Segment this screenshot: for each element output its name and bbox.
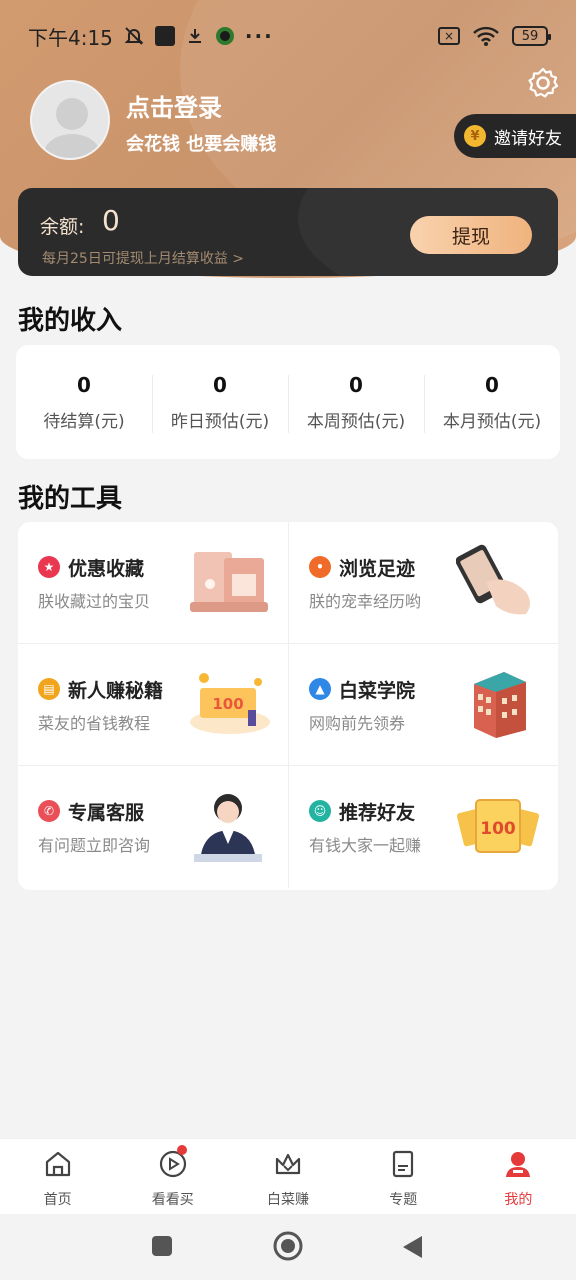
user-icon: ☺: [309, 800, 331, 822]
nav-item-earn[interactable]: 白菜赚: [230, 1139, 345, 1214]
building-illustration: [474, 672, 526, 738]
wifi-icon: [473, 26, 499, 46]
tool-title: 优惠收藏: [68, 558, 145, 580]
tool-title: 浏览足迹: [339, 558, 416, 580]
nav-item-home[interactable]: 首页: [0, 1139, 115, 1214]
income-card: 0 待结算(元) 0 昨日预估(元) 0 本周预估(元) 0 本月预估(元): [16, 345, 560, 459]
nav-label: 看看买: [151, 1192, 194, 1208]
income-label: 本周预估(元): [306, 411, 406, 432]
income-label: 昨日预估(元): [170, 411, 270, 432]
settings-gear-icon[interactable]: [526, 66, 560, 100]
phone-in-hand-illustration: [456, 544, 530, 615]
tool-newbie-guide[interactable]: ▤ 新人赚秘籍 菜友的省钱教程 100: [18, 644, 288, 766]
income-item-pending[interactable]: 0 待结算(元): [16, 373, 152, 432]
tool-subtitle: 有钱大家一起赚: [309, 836, 422, 855]
back-triangle-icon[interactable]: [400, 1234, 424, 1260]
income-value: 0: [77, 372, 91, 397]
coupon-illustration: 100: [190, 673, 270, 734]
status-bar: 下午4:15 ··· × 59: [0, 0, 576, 72]
income-label: 待结算(元): [43, 411, 125, 432]
recent-apps-icon[interactable]: [150, 1234, 174, 1258]
invite-friends-label: 邀请好友: [494, 128, 562, 149]
income-item-week[interactable]: 0 本周预估(元): [288, 372, 424, 433]
profile-icon: [506, 1152, 531, 1177]
nav-item-topics[interactable]: 专题: [346, 1139, 461, 1214]
tool-title: 新人赚秘籍: [68, 680, 164, 702]
voucher-amount: 100: [480, 819, 516, 839]
tools-section-title: 我的工具: [18, 484, 123, 514]
mute-bell-icon: [124, 27, 144, 45]
login-subtitle: 会花钱 也要会赚钱: [126, 134, 277, 155]
invite-friends-button[interactable]: ¥ 邀请好友: [454, 114, 576, 158]
income-item-yesterday[interactable]: 0 昨日预估(元): [152, 372, 288, 433]
phone-icon: ✆: [38, 800, 60, 822]
income-value: 0: [349, 372, 363, 397]
balance-note-link[interactable]: 每月25日可提现上月结算收益 >: [42, 248, 244, 268]
nav-label: 专题: [389, 1192, 418, 1208]
income-section-title: 我的收入: [18, 306, 123, 336]
more-status-icon: ···: [244, 24, 274, 48]
home-icon: [45, 1151, 70, 1177]
document-icon: [393, 1150, 414, 1178]
tool-subtitle: 菜友的省钱教程: [38, 714, 151, 733]
footprint-icon: •: [309, 556, 331, 578]
tool-customer-service[interactable]: ✆ 专属客服 有问题立即咨询: [18, 766, 288, 888]
bottom-navigation: 首页 看看买 白菜赚 专题 我的: [0, 1138, 576, 1214]
app-notification-icon: [154, 26, 175, 46]
balance-label: 余额:: [40, 216, 85, 238]
nav-item-mine[interactable]: 我的: [461, 1139, 576, 1214]
nav-label: 我的: [504, 1192, 533, 1208]
tool-title: 白菜学院: [339, 680, 416, 702]
crown-icon: [275, 1153, 301, 1175]
avatar[interactable]: [30, 80, 110, 160]
avatar-head: [56, 98, 88, 130]
gift-box-illustration: [190, 552, 268, 612]
income-value: 0: [485, 372, 499, 397]
shield-app-icon: [215, 27, 234, 45]
coin-icon: ¥: [464, 125, 486, 147]
nav-label: 白菜赚: [267, 1192, 309, 1208]
tool-title: 推荐好友: [339, 802, 416, 824]
avatar-body: [44, 134, 100, 158]
coupon-amount: 100: [212, 695, 243, 713]
tool-subtitle: 朕收藏过的宝贝: [38, 592, 151, 611]
home-circle-icon[interactable]: [272, 1230, 304, 1262]
balance-card: 余额: 0 每月25日可提现上月结算收益 > 提现: [18, 188, 558, 276]
tool-academy[interactable]: ▲ 白菜学院 网购前先领券: [288, 644, 558, 766]
tool-subtitle: 有问题立即咨询: [38, 836, 151, 855]
balance-value: 0: [102, 204, 120, 237]
login-title[interactable]: 点击登录: [126, 88, 222, 123]
tool-history[interactable]: • 浏览足迹 朕的宠幸经历哟: [288, 522, 558, 644]
withdraw-button[interactable]: 提现: [410, 216, 532, 254]
tool-subtitle: 网购前先领券: [309, 714, 406, 733]
tool-subtitle: 朕的宠幸经历哟: [309, 592, 422, 611]
income-item-month[interactable]: 0 本月预估(元): [424, 372, 560, 433]
status-time: 下午4:15: [28, 25, 113, 50]
tools-card: ★ 优惠收藏 朕收藏过的宝贝 • 浏览足迹 朕的宠幸经历哟 ▤ 新人赚秘籍 菜友…: [18, 522, 558, 890]
system-navigation-bar: [0, 1214, 576, 1280]
star-icon: ★: [38, 556, 60, 578]
download-icon: [188, 29, 201, 43]
tool-favorites[interactable]: ★ 优惠收藏 朕收藏过的宝贝: [18, 522, 288, 644]
battery-level: 59: [521, 28, 539, 44]
voucher-illustration: 100: [456, 799, 540, 853]
battery-icon: 59: [512, 26, 551, 46]
sim-off-icon: ×: [438, 27, 460, 45]
income-label: 本月预估(元): [442, 411, 542, 432]
tool-refer-friends[interactable]: ☺ 推荐好友 有钱大家一起赚 100: [288, 766, 558, 888]
income-value: 0: [213, 372, 227, 397]
book-icon: ▤: [38, 678, 60, 700]
nav-label: 首页: [43, 1192, 72, 1208]
service-agent-illustration: [194, 794, 262, 862]
tool-title: 专属客服: [68, 802, 145, 824]
graduation-cap-icon: ▲: [309, 678, 331, 700]
nav-item-watch-buy[interactable]: 看看买: [115, 1139, 230, 1214]
